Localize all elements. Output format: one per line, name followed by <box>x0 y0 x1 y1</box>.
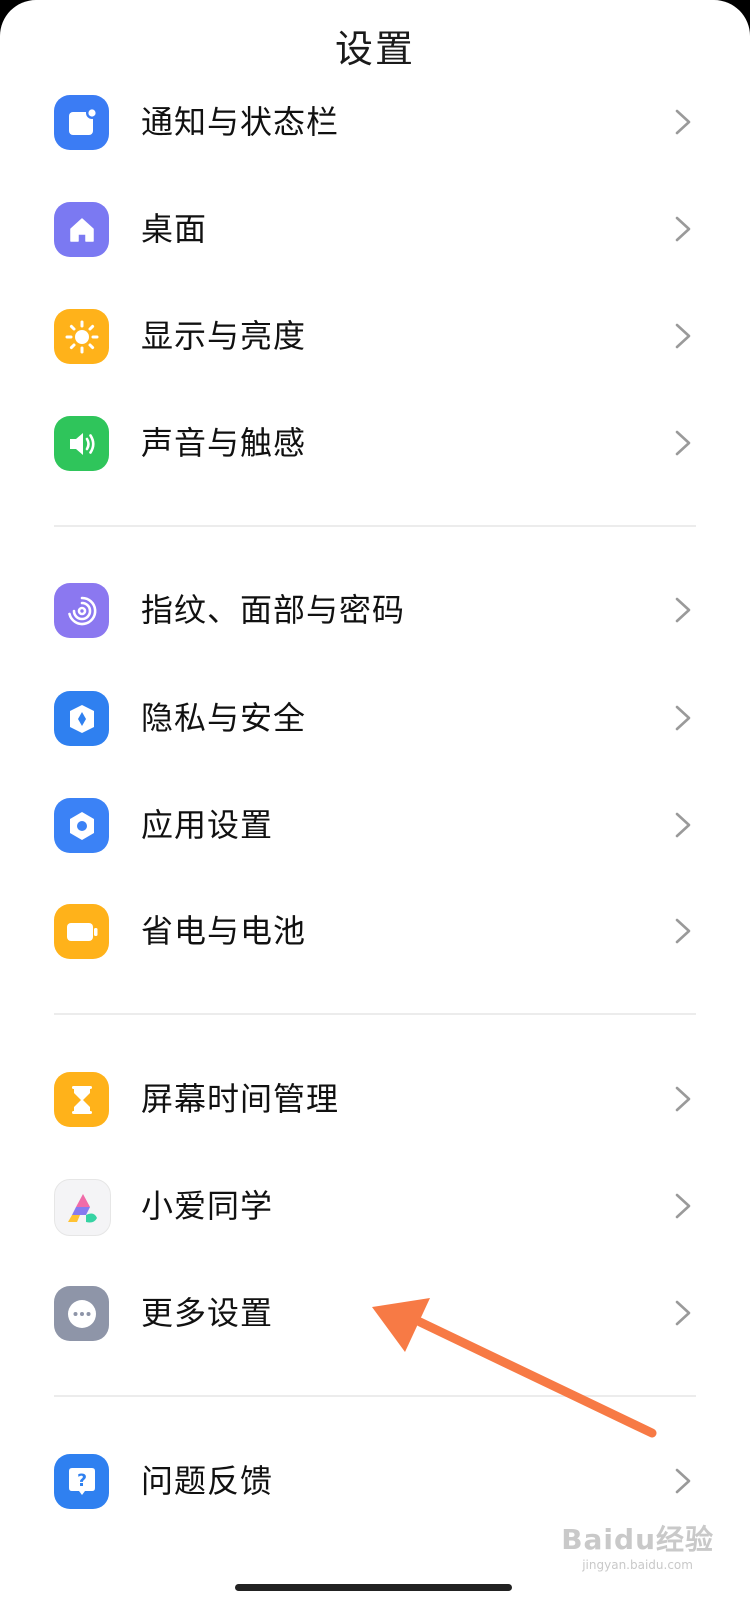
shield-icon <box>54 691 109 746</box>
battery-icon <box>54 904 109 959</box>
speaker-icon <box>54 416 109 471</box>
settings-item-desktop[interactable]: 桌面 <box>0 175 750 283</box>
chevron-right-icon <box>675 323 691 349</box>
settings-item-label: 小爱同学 <box>141 1187 274 1225</box>
settings-item-privacy[interactable]: 隐私与安全 <box>0 664 750 772</box>
watermark-sub: jingyan.baidu.com <box>582 1558 693 1572</box>
chevron-right-icon <box>675 812 691 838</box>
settings-item-label: 声音与触感 <box>141 424 307 462</box>
section-divider <box>54 1013 696 1015</box>
settings-item-label: 应用设置 <box>141 806 274 844</box>
chevron-right-icon <box>675 918 691 944</box>
settings-item-notification[interactable]: 通知与状态栏 <box>0 68 750 176</box>
settings-item-label: 通知与状态栏 <box>141 103 340 141</box>
notification-icon <box>54 95 109 150</box>
settings-item-label: 桌面 <box>141 210 208 248</box>
settings-item-apps[interactable]: 应用设置 <box>0 771 750 879</box>
settings-item-sound[interactable]: 声音与触感 <box>0 389 750 497</box>
watermark: Baidu经验 jingyan.baidu.com <box>561 1518 714 1572</box>
settings-item-fingerprint[interactable]: 指纹、面部与密码 <box>0 556 750 664</box>
chevron-right-icon <box>675 705 691 731</box>
chevron-right-icon <box>675 109 691 135</box>
more-icon <box>54 1286 109 1341</box>
settings-item-label: 指纹、面部与密码 <box>141 591 406 629</box>
chevron-right-icon <box>675 216 691 242</box>
chevron-right-icon <box>675 430 691 456</box>
page-title: 设置 <box>334 27 415 71</box>
settings-item-label: 问题反馈 <box>141 1462 274 1500</box>
settings-item-label: 省电与电池 <box>141 912 307 950</box>
settings-item-label: 显示与亮度 <box>141 317 307 355</box>
chevron-right-icon <box>675 1468 691 1494</box>
hexagon-icon <box>54 798 109 853</box>
chevron-right-icon <box>675 1086 691 1112</box>
feedback-icon: ? <box>54 1454 109 1509</box>
chevron-right-icon <box>675 1300 691 1326</box>
settings-item-battery[interactable]: 省电与电池 <box>0 877 750 985</box>
settings-item-screen-time[interactable]: 屏幕时间管理 <box>0 1045 750 1153</box>
chevron-right-icon <box>675 597 691 623</box>
settings-item-label: 屏幕时间管理 <box>141 1080 340 1118</box>
home-indicator[interactable] <box>235 1584 512 1591</box>
sun-icon <box>54 309 109 364</box>
settings-item-label: 隐私与安全 <box>141 699 307 737</box>
xiaoai-icon <box>54 1179 111 1236</box>
home-icon <box>54 202 109 257</box>
settings-item-label: 更多设置 <box>141 1294 274 1332</box>
section-divider <box>54 1395 696 1397</box>
section-divider <box>54 525 696 527</box>
watermark-main: Baidu经验 <box>561 1523 714 1556</box>
settings-item-xiaoai[interactable]: 小爱同学 <box>0 1152 750 1260</box>
settings-item-display[interactable]: 显示与亮度 <box>0 282 750 390</box>
settings-screen: 设置 通知与状态栏 桌面 显示与亮度 声音与触感 指纹、面部与密码 隐私与安全 … <box>0 0 750 1600</box>
chevron-right-icon <box>675 1193 691 1219</box>
svg-text:?: ? <box>77 1471 87 1491</box>
settings-item-more[interactable]: 更多设置 <box>0 1259 750 1367</box>
fingerprint-icon <box>54 583 109 638</box>
hourglass-icon <box>54 1072 109 1127</box>
